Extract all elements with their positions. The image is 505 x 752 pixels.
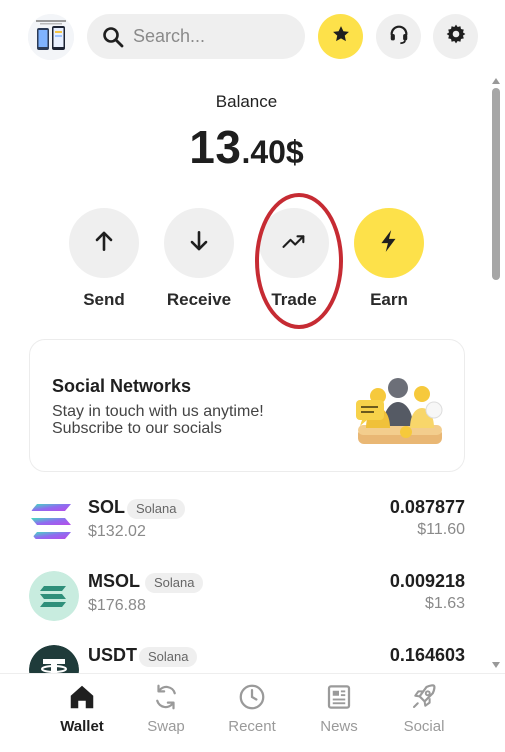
- nav-wallet-label: Wallet: [60, 718, 104, 735]
- scroll-up-arrow-icon[interactable]: [492, 78, 500, 84]
- card-text-line-2: Subscribe to our socials: [52, 420, 222, 437]
- receive-action[interactable]: Receive: [164, 208, 236, 309]
- token-symbol: MSOL: [88, 571, 140, 591]
- social-networks-card[interactable]: Social Networks Stay in touch with us an…: [29, 339, 465, 472]
- token-fiat-value: $1.63: [424, 595, 465, 612]
- rocket-icon: [409, 682, 439, 712]
- trend-up-icon: [280, 227, 308, 260]
- trade-action[interactable]: Trade: [259, 208, 331, 309]
- card-title: Social Networks: [52, 376, 192, 396]
- headset-icon: [388, 23, 410, 50]
- header: [0, 0, 505, 74]
- token-row-sol[interactable]: SOL Solana $132.02 0.087877 $11.60: [29, 497, 469, 557]
- newspaper-icon: [324, 682, 354, 712]
- favorites-button[interactable]: [318, 14, 363, 59]
- token-row-msol[interactable]: MSOL Solana $176.88 0.009218 $1.63: [29, 571, 469, 631]
- earn-action[interactable]: Earn: [354, 208, 426, 309]
- settings-button[interactable]: [433, 14, 478, 59]
- scroll-down-arrow-icon[interactable]: [492, 662, 500, 668]
- token-price: $132.02: [88, 523, 146, 540]
- swap-icon: [151, 682, 181, 712]
- token-symbol: USDT: [88, 645, 137, 665]
- scrollbar-thumb[interactable]: [492, 88, 500, 280]
- chain-badge: Solana: [127, 499, 186, 519]
- search-bar[interactable]: [87, 14, 305, 59]
- app-logo[interactable]: [28, 14, 74, 60]
- balance-integer: 13: [189, 121, 242, 173]
- trade-button[interactable]: [259, 208, 329, 278]
- token-amount: 0.164603: [389, 645, 465, 665]
- solana-token-icon: [29, 497, 79, 547]
- gear-icon: [445, 23, 467, 50]
- clock-icon: [237, 682, 267, 712]
- receive-button[interactable]: [164, 208, 234, 278]
- support-button[interactable]: [376, 14, 421, 59]
- token-amount: 0.009218: [389, 571, 465, 591]
- token-amount: 0.087877: [389, 497, 465, 517]
- token-price: $176.88: [88, 597, 146, 614]
- nav-recent-label: Recent: [228, 718, 276, 735]
- arrow-down-icon: [186, 228, 212, 259]
- nav-swap-label: Swap: [147, 718, 185, 735]
- receive-label: Receive: [166, 290, 232, 309]
- balance-label: Balance: [215, 92, 278, 111]
- nav-wallet[interactable]: Wallet: [42, 682, 122, 735]
- nav-news-label: News: [320, 718, 358, 735]
- chain-badge: Solana: [139, 647, 198, 667]
- token-symbol: SOL: [88, 497, 126, 517]
- card-text: Stay in touch with us anytime! Subscribe…: [52, 403, 312, 437]
- trade-label: Trade: [271, 290, 317, 309]
- nav-news[interactable]: News: [299, 682, 379, 735]
- community-illustration: [350, 370, 448, 450]
- nav-recent[interactable]: Recent: [212, 682, 292, 735]
- send-label: Send: [83, 290, 125, 309]
- msol-token-icon: [29, 571, 79, 621]
- token-fiat-value: $11.60: [417, 521, 465, 538]
- balance-value: 13.40$: [0, 120, 493, 174]
- star-icon: [331, 24, 351, 49]
- lightning-icon: [376, 228, 402, 259]
- search-icon: [101, 25, 125, 49]
- earn-button[interactable]: [354, 208, 424, 278]
- send-button[interactable]: [69, 208, 139, 278]
- nav-swap[interactable]: Swap: [126, 682, 206, 735]
- search-input[interactable]: [133, 14, 293, 59]
- arrow-up-icon: [91, 228, 117, 259]
- balance-decimal: .40$: [241, 134, 304, 170]
- earn-label: Earn: [370, 290, 408, 309]
- nav-social[interactable]: Social: [384, 682, 464, 735]
- bottom-navigation: Wallet Swap Recent News Social: [0, 673, 505, 752]
- card-text-line-1: Stay in touch with us anytime!: [52, 403, 264, 420]
- nav-social-label: Social: [403, 718, 445, 735]
- send-action[interactable]: Send: [69, 208, 141, 309]
- chain-badge: Solana: [145, 573, 204, 593]
- home-icon: [67, 682, 97, 712]
